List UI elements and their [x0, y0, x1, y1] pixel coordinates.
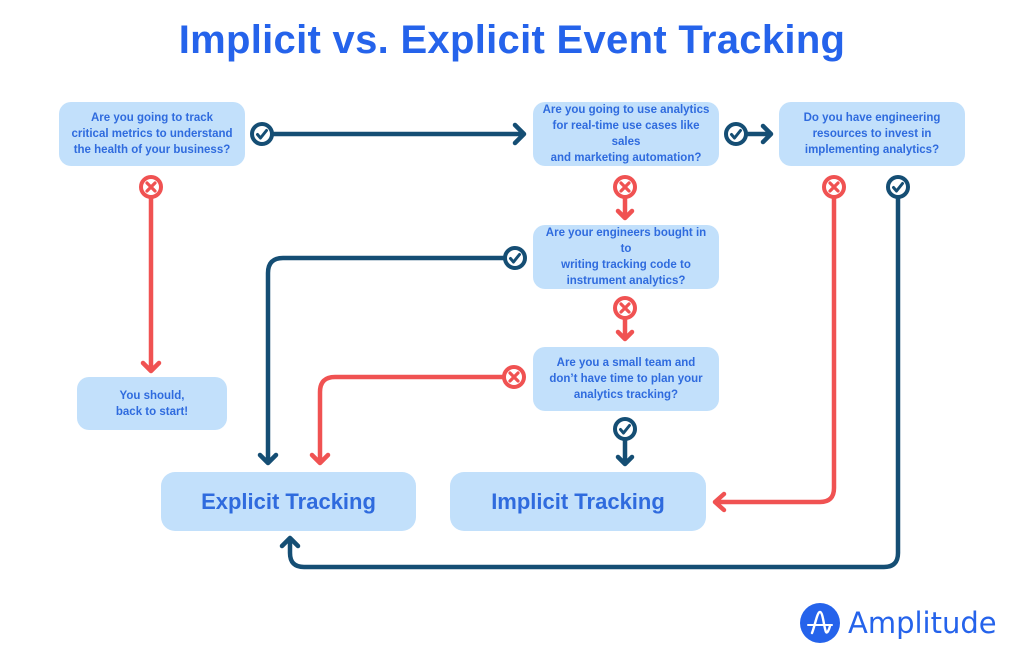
- check-circle-icon: [250, 122, 274, 146]
- question-real-time-use-cases: Are you going to use analytics for real-…: [533, 102, 719, 166]
- amplitude-wave-icon: [800, 603, 840, 643]
- question-critical-metrics: Are you going to track critical metrics …: [59, 102, 245, 166]
- x-circle-icon: [613, 296, 637, 320]
- edge-q2-q4-no: [615, 194, 635, 221]
- x-circle-icon: [139, 175, 163, 199]
- back-to-start-box: You should, back to start!: [77, 377, 227, 430]
- amplitude-wordmark: Amplitude: [848, 606, 997, 640]
- edge-q3-implicit-no: [712, 194, 837, 513]
- connector-layer: [139, 122, 910, 570]
- edge-q1-restart-no: [140, 194, 162, 374]
- question-engineering-resources: Do you have engineering resources to inv…: [779, 102, 965, 166]
- edge-q5-explicit-no: [309, 374, 506, 466]
- amplitude-logo: Amplitude: [800, 603, 997, 643]
- question-small-team: Are you a small team and don’t have time…: [533, 347, 719, 411]
- x-circle-icon: [502, 365, 526, 389]
- implicit-tracking-box: Implicit Tracking: [450, 472, 706, 531]
- check-circle-icon: [503, 246, 527, 270]
- x-circle-icon: [822, 175, 846, 199]
- check-circle-icon: [613, 417, 637, 441]
- edge-q4-q5-no: [615, 315, 635, 342]
- explicit-tracking-box: Explicit Tracking: [161, 472, 416, 531]
- edge-q1-q2-yes: [270, 122, 527, 146]
- edge-q5-implicit-yes: [615, 437, 635, 467]
- check-circle-icon: [886, 175, 910, 199]
- check-circle-icon: [724, 122, 748, 146]
- question-engineers-bought-in: Are your engineers bought in to writing …: [533, 225, 719, 289]
- edge-q2-q3-yes: [743, 123, 774, 145]
- x-circle-icon: [613, 175, 637, 199]
- edge-q4-explicit-yes: [257, 255, 508, 466]
